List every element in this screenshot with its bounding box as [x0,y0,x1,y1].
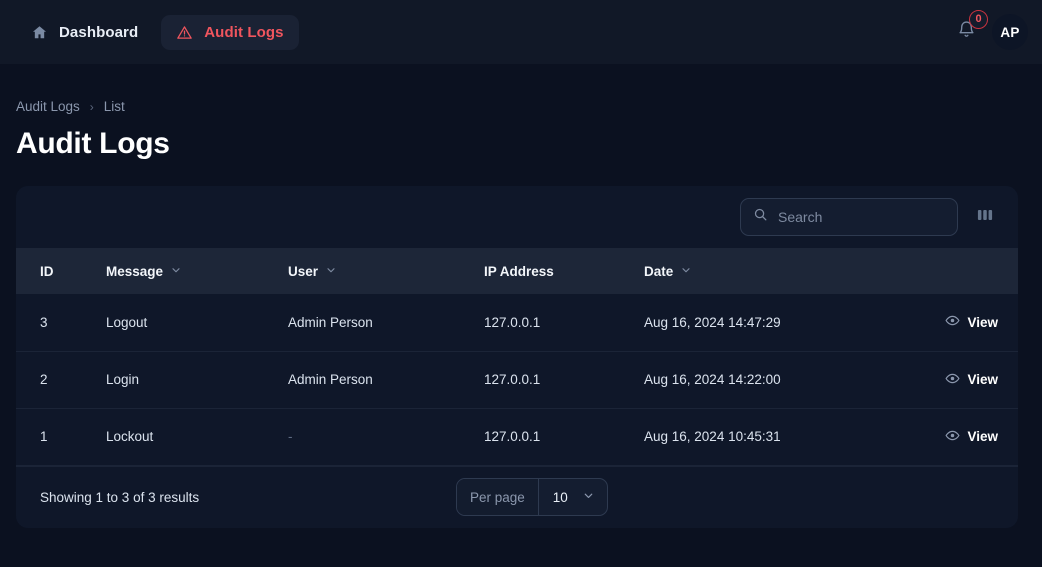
home-icon [31,24,48,41]
audit-logs-card: Search ID Message User IP Address Date 3… [16,186,1018,528]
column-header-date-label: Date [644,263,674,279]
cell-ip-address: 127.0.0.1 [484,429,541,444]
table-toolbar: Search [16,186,1018,248]
nav-item-dashboard-label: Dashboard [59,23,139,41]
chevron-down-icon [582,489,595,505]
cell-id: 2 [40,372,48,387]
table-body: 3 Logout Admin Person 127.0.0.1 Aug 16, … [16,294,1018,465]
column-header-message-label: Message [106,263,164,279]
breadcrumb: Audit Logs › List [16,64,1026,114]
columns-icon [975,205,995,230]
per-page-value: 10 [552,489,568,505]
chevron-down-icon [325,264,337,279]
column-header-id-label: ID [40,263,54,279]
cell-id: 3 [40,314,48,330]
cell-ip-address: 127.0.0.1 [484,314,541,330]
table-head: ID Message User IP Address Date [16,248,1018,294]
cell-date: Aug 16, 2024 10:45:31 [644,429,781,444]
nav-item-dashboard[interactable]: Dashboard [16,15,153,50]
cell-ip-address: 127.0.0.1 [484,372,541,387]
eye-icon [945,313,961,331]
cell-actions: View [900,351,1018,408]
view-button[interactable]: View [945,313,998,331]
nav-item-audit-logs-label: Audit Logs [204,23,284,41]
cell-user: - [288,429,293,444]
column-header-user[interactable]: User [264,248,460,294]
results-summary: Showing 1 to 3 of 3 results [40,489,200,505]
audit-logs-table: ID Message User IP Address Date 3 Logout… [16,248,1018,466]
cell-message: Lockout [106,429,154,444]
eye-icon [945,428,961,446]
chevron-down-icon [680,264,692,279]
cell-id: 1 [40,429,48,444]
table-row[interactable]: 2 Login Admin Person 127.0.0.1 Aug 16, 2… [16,351,1018,408]
cell-date: Aug 16, 2024 14:22:00 [644,372,781,387]
page-content: Audit Logs › List Audit Logs Search ID M… [0,64,1042,528]
top-navigation-bar: Dashboard Audit Logs 0 AP [0,0,1042,64]
cell-date: Aug 16, 2024 14:47:29 [644,314,781,330]
column-header-id: ID [16,248,82,294]
per-page-control: Per page 10 [456,478,608,516]
primary-nav: Dashboard Audit Logs [16,14,299,50]
table-row[interactable]: 3 Logout Admin Person 127.0.0.1 Aug 16, … [16,294,1018,351]
cell-message: Logout [106,314,148,330]
cell-message: Login [106,372,140,387]
column-header-message[interactable]: Message [82,248,264,294]
search-icon [753,207,768,227]
chevron-down-icon [170,264,182,279]
breadcrumb-current[interactable]: List [104,99,125,114]
search-input[interactable]: Search [740,198,958,236]
page-title: Audit Logs [16,127,170,160]
column-header-user-label: User [288,263,319,279]
search-input-placeholder: Search [778,209,823,225]
view-button-label: View [967,372,998,387]
per-page-select[interactable]: 10 [539,479,607,515]
breadcrumb-separator-icon: › [89,99,94,114]
per-page-label: Per page [457,479,539,515]
notification-count-badge: 0 [969,10,988,29]
notifications-button[interactable]: 0 [957,10,988,44]
eye-icon [945,371,961,389]
column-header-actions [900,248,1018,294]
user-avatar[interactable]: AP [992,14,1028,50]
cell-actions: View [900,408,1018,465]
column-settings-button[interactable] [972,204,998,230]
table-header-row: ID Message User IP Address Date [16,248,1018,294]
breadcrumb-parent[interactable]: Audit Logs [16,99,80,114]
column-header-ip-address: IP Address [460,248,620,294]
cell-user: Admin Person [288,372,373,387]
view-button[interactable]: View [945,371,998,389]
column-header-date[interactable]: Date [620,248,900,294]
column-header-ip-address-label: IP Address [484,263,554,279]
warning-triangle-icon [176,24,193,41]
view-button[interactable]: View [945,428,998,446]
table-row[interactable]: 1 Lockout - 127.0.0.1 Aug 16, 2024 10:45… [16,408,1018,465]
nav-utilities: 0 AP [957,10,1028,50]
view-button-label: View [967,429,998,444]
cell-user: Admin Person [288,314,373,330]
table-footer: Showing 1 to 3 of 3 results Per page 10 [16,465,1018,528]
nav-item-audit-logs[interactable]: Audit Logs [161,14,299,50]
view-button-label: View [967,314,998,330]
cell-actions: View [900,294,1018,351]
